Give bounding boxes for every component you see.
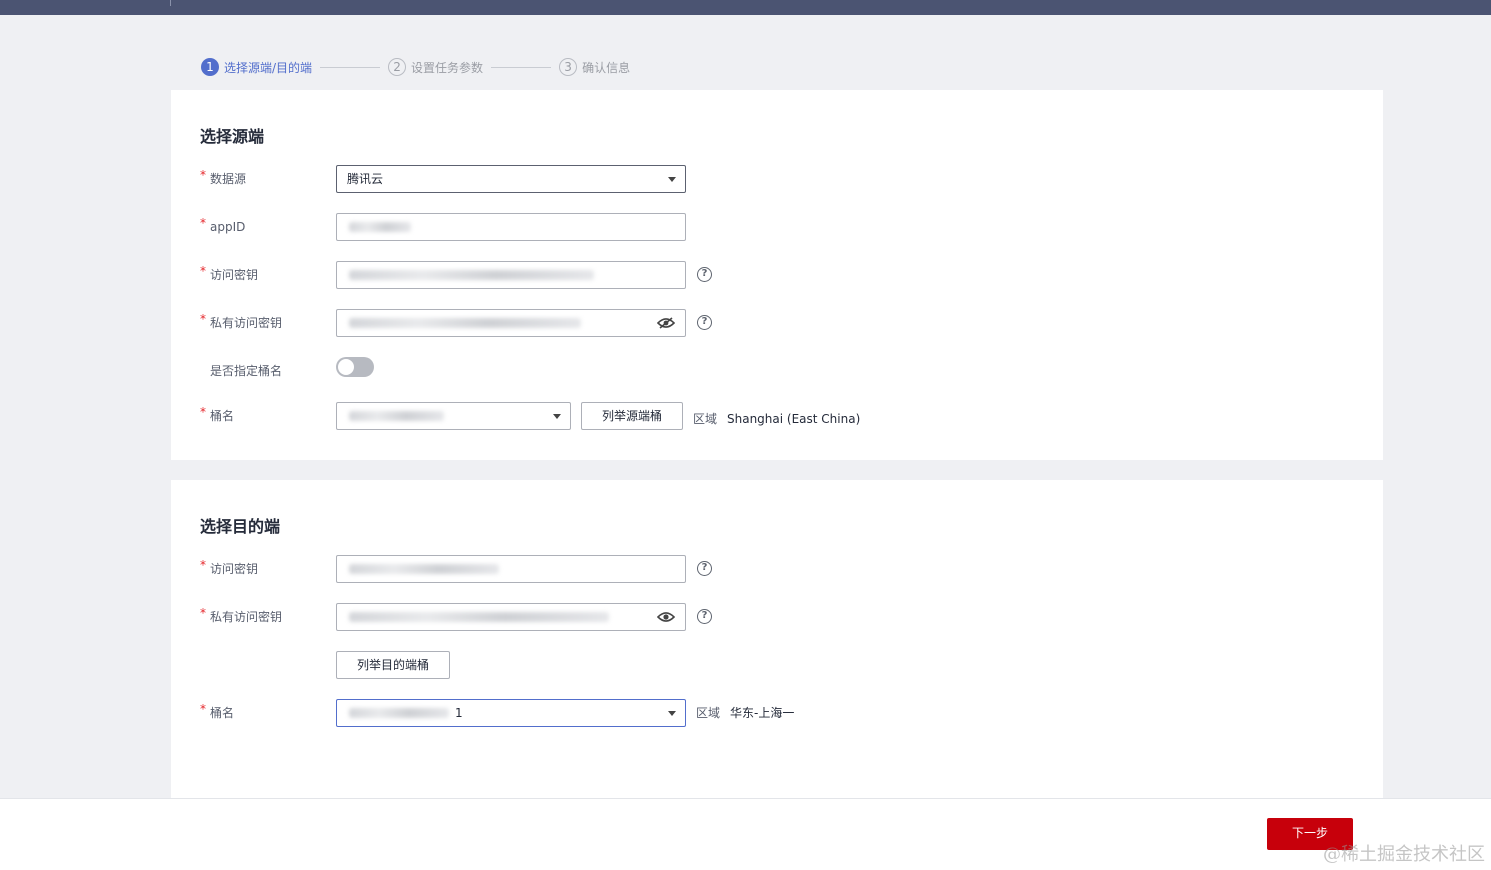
- step-connector: [491, 66, 552, 68]
- list-dest-row: 列举目的端桶: [171, 651, 1383, 679]
- redacted-value: [349, 318, 581, 328]
- specify-bucket-toggle[interactable]: [336, 357, 374, 377]
- region-value: 华东-上海一: [730, 706, 795, 720]
- list-dest-buckets-button[interactable]: 列举目的端桶: [336, 651, 450, 679]
- help-icon[interactable]: ?: [697, 315, 712, 330]
- destination-section-title: 选择目的端: [200, 517, 281, 536]
- dest-access-key-input[interactable]: [336, 555, 686, 583]
- datasource-select[interactable]: 腾讯云: [336, 165, 686, 193]
- source-appid-row: * appID: [171, 213, 1383, 241]
- source-access-key-input[interactable]: [336, 261, 686, 289]
- step-label: 确认信息: [582, 60, 631, 75]
- chevron-down-icon: [668, 177, 676, 182]
- source-secret-key-row: * 私有访问密钥 ?: [171, 309, 1383, 337]
- region-label: 区域: [693, 412, 718, 426]
- top-navigation-bar: [0, 0, 1491, 15]
- dest-secret-key-row: * 私有访问密钥 ?: [171, 603, 1383, 631]
- redacted-value: [349, 708, 449, 718]
- topbar-divider: [170, 0, 171, 6]
- list-source-buckets-button[interactable]: 列举源端桶: [581, 402, 683, 430]
- chevron-down-icon: [553, 414, 561, 419]
- eye-icon[interactable]: [657, 611, 675, 623]
- region-label: 区域: [696, 706, 721, 720]
- source-bucket-row: * 桶名 列举源端桶 区域 Shanghai (East China): [171, 402, 1383, 430]
- access-key-label: * 访问密钥: [200, 264, 259, 282]
- secret-key-label: * 私有访问密钥: [200, 606, 283, 624]
- step-task-params[interactable]: 2 设置任务参数: [388, 58, 483, 76]
- specify-bucket-label: 是否指定桶名: [210, 364, 283, 378]
- step-number: 2: [388, 58, 407, 76]
- eye-off-icon[interactable]: [657, 317, 675, 329]
- step-label: 设置任务参数: [411, 60, 484, 75]
- bucket-label: * 桶名: [200, 702, 235, 720]
- appid-input[interactable]: [336, 213, 686, 241]
- dest-secret-key-input[interactable]: [336, 603, 686, 631]
- source-section-title: 选择源端: [200, 127, 265, 146]
- redacted-value: [349, 270, 594, 280]
- dest-bucket-select[interactable]: 1: [336, 699, 686, 727]
- step-select-endpoints[interactable]: 1 选择源端/目的端: [201, 58, 312, 76]
- dest-bucket-row: * 桶名 1 区域 华东-上海一: [171, 699, 1383, 727]
- datasource-label: * 数据源: [200, 168, 247, 186]
- region-value: Shanghai (East China): [727, 412, 861, 426]
- datasource-value: 腾讯云: [347, 172, 384, 186]
- secret-key-label: * 私有访问密钥: [200, 312, 283, 330]
- redacted-value: [349, 411, 444, 421]
- source-secret-key-input[interactable]: [336, 309, 686, 337]
- wizard-steps: 1 选择源端/目的端 2 设置任务参数 3 确认信息: [201, 57, 630, 77]
- specify-bucket-row: 是否指定桶名: [171, 357, 1383, 385]
- destination-panel: 选择目的端 * 访问密钥 ? * 私有访问密钥 ? 列举目的端桶 * 桶名 1 区域 …: [171, 480, 1383, 810]
- access-key-label: * 访问密钥: [200, 558, 259, 576]
- appid-label: * appID: [200, 216, 246, 234]
- source-panel: 选择源端 *数据源 腾讯云 *appID *访问密钥 ? *私有访问密钥: [171, 90, 1383, 460]
- toggle-knob: [338, 359, 354, 375]
- bucket-label: * 桶名: [200, 405, 235, 423]
- source-datasource-row: * 数据源 腾讯云: [171, 165, 1383, 193]
- redacted-value: [349, 612, 609, 622]
- dest-access-key-row: * 访问密钥 ?: [171, 555, 1383, 583]
- help-icon[interactable]: ?: [697, 267, 712, 282]
- help-icon[interactable]: ?: [697, 561, 712, 576]
- source-bucket-select[interactable]: [336, 402, 571, 430]
- help-icon[interactable]: ?: [697, 609, 712, 624]
- watermark: @稀土掘金技术社区: [1323, 844, 1485, 865]
- redacted-value: [349, 564, 499, 574]
- step-number: 3: [559, 58, 578, 76]
- footer-bar: 下一步: [0, 798, 1491, 870]
- dest-bucket-value: 1: [455, 706, 463, 720]
- chevron-down-icon: [668, 711, 676, 716]
- redacted-value: [349, 222, 411, 232]
- step-confirm[interactable]: 3 确认信息: [559, 58, 630, 76]
- step-label: 选择源端/目的端: [224, 60, 313, 75]
- source-access-key-row: * 访问密钥 ?: [171, 261, 1383, 289]
- step-number: 1: [201, 58, 219, 76]
- step-connector: [320, 66, 381, 68]
